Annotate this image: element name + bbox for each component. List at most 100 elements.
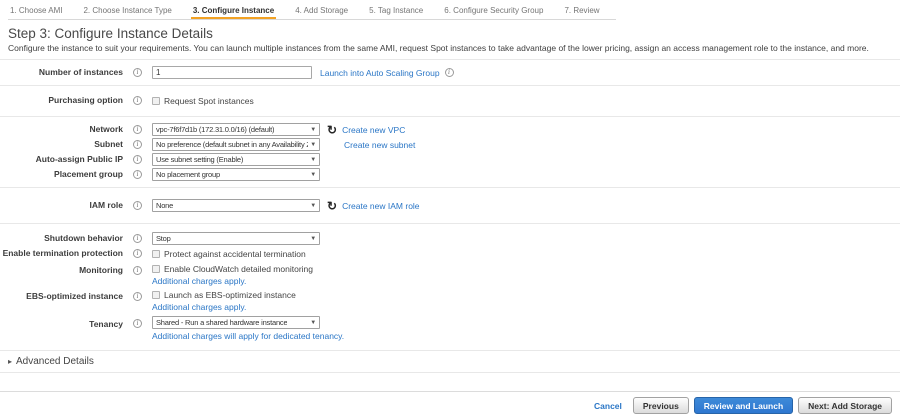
next-add-storage-button[interactable]: Next: Add Storage — [798, 397, 892, 414]
review-and-launch-button[interactable]: Review and Launch — [693, 397, 794, 414]
wizard-tab-bar: 1. Choose AMI 2. Choose Instance Type 3.… — [0, 0, 900, 20]
info-icon[interactable]: i — [133, 125, 142, 134]
row-monitoring: Monitoring i Enable CloudWatch detailed … — [0, 264, 900, 286]
row-termination-protection: Enable termination protection i Protect … — [0, 247, 900, 260]
launch-into-auto-scaling-group-link[interactable]: Launch into Auto Scaling Group — [320, 68, 440, 78]
ebs-additional-charges-link[interactable]: Additional charges apply. — [152, 302, 246, 312]
network-select-value: vpc-7f6f7d1b (172.31.0.0/16) (default) — [156, 125, 275, 134]
chevron-down-icon: ▼ — [310, 156, 316, 163]
tab-choose-instance-type[interactable]: 2. Choose Instance Type — [81, 5, 173, 19]
refresh-icon[interactable]: ↻ — [327, 124, 337, 136]
advanced-details-toggle[interactable]: ▸ Advanced Details — [0, 351, 900, 372]
tenancy-additional-charges-link[interactable]: Additional charges will apply for dedica… — [152, 331, 344, 341]
termination-protection-checkbox-label: Protect against accidental termination — [164, 248, 306, 259]
info-icon[interactable]: i — [133, 249, 142, 258]
row-iam-role: IAM role i None ▼ ↻ Create new IAM role — [0, 199, 900, 212]
info-icon[interactable]: i — [133, 292, 142, 301]
info-icon[interactable]: i — [133, 319, 142, 328]
auto-assign-public-ip-label: Auto-assign Public IP — [35, 154, 123, 164]
network-label: Network — [89, 124, 123, 134]
row-tenancy: Tenancy i Shared - Run a shared hardware… — [0, 316, 900, 341]
monitoring-label: Monitoring — [79, 265, 123, 275]
info-icon[interactable]: i — [444, 68, 454, 77]
number-of-instances-label: Number of instances — [38, 67, 123, 77]
page-title: Step 3: Configure Instance Details — [8, 26, 213, 41]
row-number-of-instances: Number of instances i Launch into Auto S… — [0, 66, 900, 79]
ebs-optimized-checkbox[interactable] — [152, 291, 160, 299]
chevron-down-icon: ▼ — [310, 126, 316, 133]
placement-group-select[interactable]: No placement group ▼ — [152, 168, 320, 181]
monitoring-checkbox[interactable] — [152, 265, 160, 273]
chevron-down-icon: ▼ — [310, 141, 316, 148]
iam-role-select[interactable]: None ▼ — [152, 199, 320, 212]
chevron-down-icon: ▼ — [310, 171, 316, 178]
placement-group-label: Placement group — [54, 169, 123, 179]
tenancy-label: Tenancy — [89, 319, 123, 329]
row-subnet: Subnet i No preference (default subnet i… — [0, 138, 900, 151]
request-spot-instances-label: Request Spot instances — [164, 95, 254, 106]
section-behavior: Shutdown behavior i Stop ▼ Enable termin… — [0, 224, 900, 350]
tab-configure-instance[interactable]: 3. Configure Instance — [190, 5, 277, 19]
chevron-down-icon: ▼ — [310, 235, 316, 242]
tab-add-storage[interactable]: 4. Add Storage — [293, 5, 350, 19]
row-placement-group: Placement group i No placement group ▼ — [0, 168, 900, 181]
auto-assign-public-ip-select-value: Use subnet setting (Enable) — [156, 155, 244, 164]
subnet-select-value: No preference (default subnet in any Ava… — [156, 140, 309, 149]
create-new-iam-role-link[interactable]: Create new IAM role — [342, 201, 419, 211]
info-icon[interactable]: i — [133, 96, 142, 105]
placement-group-select-value: No placement group — [156, 170, 220, 179]
create-new-subnet-link[interactable]: Create new subnet — [344, 140, 415, 150]
triangle-right-icon: ▸ — [8, 357, 13, 366]
page-subtitle: Configure the instance to suit your requ… — [8, 43, 869, 53]
purchasing-option-label: Purchasing option — [48, 95, 123, 105]
section-instances: Number of instances i Launch into Auto S… — [0, 60, 900, 85]
chevron-down-icon: ▼ — [310, 319, 316, 326]
wizard-tabs: 1. Choose AMI 2. Choose Instance Type 3.… — [8, 3, 616, 20]
iam-role-label: IAM role — [89, 200, 123, 210]
ebs-optimized-label: EBS-optimized instance — [26, 291, 123, 301]
monitoring-checkbox-label: Enable CloudWatch detailed monitoring — [164, 264, 313, 274]
monitoring-additional-charges-link[interactable]: Additional charges apply. — [152, 276, 246, 286]
number-of-instances-input[interactable] — [152, 66, 312, 79]
cancel-link[interactable]: Cancel — [594, 401, 622, 411]
info-icon[interactable]: i — [133, 170, 142, 179]
info-icon[interactable]: i — [133, 201, 142, 210]
termination-protection-checkbox[interactable] — [152, 249, 160, 258]
row-purchasing-option: Purchasing option i Request Spot instanc… — [0, 94, 900, 107]
tab-choose-ami[interactable]: 1. Choose AMI — [8, 5, 64, 19]
termination-protection-label: Enable termination protection — [2, 248, 123, 258]
tab-review[interactable]: 7. Review — [562, 5, 601, 19]
section-network: Network i vpc-7f6f7d1b (172.31.0.0/16) (… — [0, 117, 900, 187]
section-iam: IAM role i None ▼ ↻ Create new IAM role — [0, 188, 900, 223]
tab-configure-security-group[interactable]: 6. Configure Security Group — [442, 5, 545, 19]
network-select[interactable]: vpc-7f6f7d1b (172.31.0.0/16) (default) ▼ — [152, 123, 320, 136]
tenancy-select[interactable]: Shared - Run a shared hardware instance … — [152, 316, 320, 329]
info-icon[interactable]: i — [133, 155, 142, 164]
info-icon[interactable]: i — [133, 234, 142, 243]
auto-assign-public-ip-select[interactable]: Use subnet setting (Enable) ▼ — [152, 153, 320, 166]
subnet-label: Subnet — [94, 139, 123, 149]
shutdown-behavior-select[interactable]: Stop ▼ — [152, 232, 320, 245]
refresh-icon[interactable]: ↻ — [327, 200, 337, 212]
info-icon[interactable]: i — [133, 140, 142, 149]
chevron-down-icon: ▼ — [310, 202, 316, 209]
request-spot-instances-checkbox[interactable] — [152, 96, 160, 105]
create-new-vpc-link[interactable]: Create new VPC — [342, 125, 405, 135]
previous-button[interactable]: Previous — [632, 397, 689, 414]
section-purchasing: Purchasing option i Request Spot instanc… — [0, 86, 900, 116]
advanced-details-label: Advanced Details — [16, 356, 94, 367]
row-shutdown-behavior: Shutdown behavior i Stop ▼ — [0, 232, 900, 245]
row-network: Network i vpc-7f6f7d1b (172.31.0.0/16) (… — [0, 123, 900, 136]
iam-role-select-value: None — [156, 201, 174, 210]
info-icon[interactable]: i — [133, 68, 142, 77]
shutdown-behavior-select-value: Stop — [156, 234, 171, 243]
row-ebs-optimized: EBS-optimized instance i Launch as EBS-o… — [0, 290, 900, 312]
subnet-select[interactable]: No preference (default subnet in any Ava… — [152, 138, 320, 151]
tab-tag-instance[interactable]: 5. Tag Instance — [367, 5, 425, 19]
info-icon[interactable]: i — [133, 266, 142, 275]
ebs-optimized-checkbox-label: Launch as EBS-optimized instance — [164, 290, 296, 300]
shutdown-behavior-label: Shutdown behavior — [44, 233, 123, 243]
footer-bar: Cancel Previous Review and Launch Next: … — [0, 391, 900, 419]
divider — [0, 372, 900, 373]
tenancy-select-value: Shared - Run a shared hardware instance — [156, 318, 288, 327]
